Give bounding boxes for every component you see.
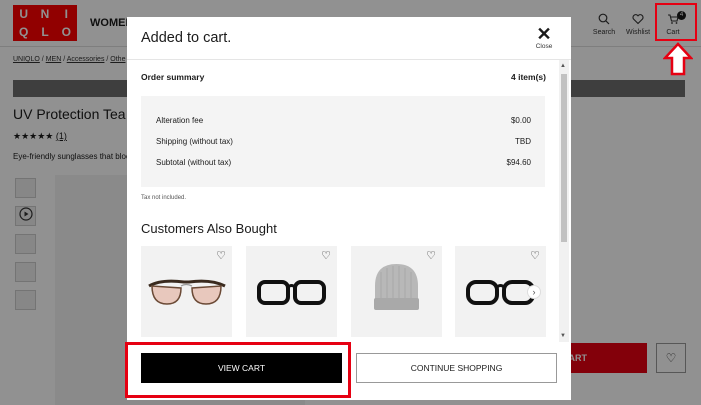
summary-row-value: TBD [515,137,531,146]
view-cart-highlight-box [125,342,351,398]
carousel-next-button[interactable]: › [527,285,541,299]
modal-scroll-content[interactable]: Order summary 4 item(s) Alteration fee $… [127,60,571,342]
heart-icon[interactable]: ♡ [216,251,226,262]
summary-row: Shipping (without tax) TBD [156,137,531,146]
product-card-beanie[interactable]: ♡ [351,246,442,337]
cart-highlight-box [655,3,697,41]
item-count: 4 item(s) [511,72,546,82]
close-label: Close [535,43,553,50]
heart-icon[interactable]: ♡ [321,251,331,262]
scrollbar-thumb[interactable] [561,74,567,242]
continue-shopping-button[interactable]: CONTINUE SHOPPING [356,353,557,383]
tax-note: Tax not included. [141,195,187,201]
arrow-up-annotation [663,42,693,76]
order-summary-title: Order summary [141,72,205,82]
modal-scrollbar[interactable]: ▲ ▼ [559,60,569,342]
product-card-black-glasses[interactable]: ♡ [246,246,337,337]
summary-row-label: Subtotal (without tax) [156,158,232,167]
close-button[interactable]: ✕ Close [532,25,556,50]
product-card-sunglasses[interactable]: ♡ [141,246,232,337]
summary-row: Subtotal (without tax) $94.60 [156,158,531,167]
also-bought-title: Customers Also Bought [141,221,277,236]
close-icon: ✕ [536,24,552,44]
summary-row-label: Shipping (without tax) [156,137,233,146]
summary-row-value: $0.00 [510,116,531,125]
scroll-up-icon[interactable]: ▲ [560,62,566,70]
heart-icon[interactable]: ♡ [530,251,540,262]
chevron-right-icon: › [532,287,536,297]
order-summary-box: Alteration fee $0.00 Shipping (without t… [141,96,545,187]
summary-row-value: $94.60 [506,158,531,167]
summary-row-label: Alteration fee [156,116,204,125]
scroll-down-icon[interactable]: ▼ [560,332,566,340]
modal-header: Added to cart. ✕ Close [127,17,571,60]
summary-row: Alteration fee $0.00 [156,116,531,125]
order-summary-header: Order summary 4 item(s) [141,72,546,82]
modal-title: Added to cart. [141,30,232,46]
heart-icon[interactable]: ♡ [426,251,436,262]
